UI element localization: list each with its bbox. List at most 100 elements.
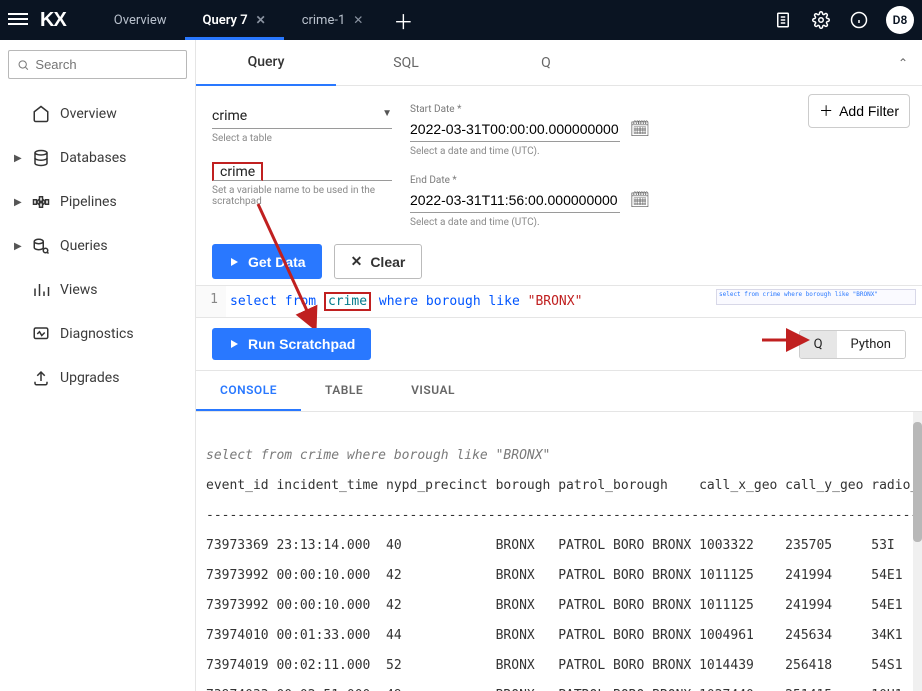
close-icon: ✕ bbox=[351, 253, 363, 270]
sidebar-item-queries[interactable]: ▶ Queries bbox=[8, 225, 187, 267]
chevron-right-icon[interactable]: ▶ bbox=[14, 153, 22, 164]
scratchpad-bar: Run Scratchpad Q Python bbox=[196, 318, 922, 371]
calendar-icon[interactable]: 🗓 bbox=[630, 119, 650, 138]
sidebar-item-diagnostics[interactable]: Diagnostics bbox=[8, 313, 187, 355]
chevron-right-icon[interactable]: ▶ bbox=[14, 197, 22, 208]
console-query: select from crime where borough like "BR… bbox=[206, 448, 912, 463]
start-date-input[interactable] bbox=[410, 117, 620, 142]
table-helper: Select a table bbox=[212, 133, 392, 144]
tab-visual[interactable]: VISUAL bbox=[387, 371, 479, 411]
chevron-right-icon[interactable]: ▶ bbox=[14, 241, 22, 252]
variable-field[interactable]: crime Set a variable name to be used in … bbox=[212, 162, 392, 207]
tab-query[interactable]: Query bbox=[196, 40, 336, 86]
scrollbar-thumb[interactable] bbox=[913, 422, 922, 542]
chevron-down-icon: ▼ bbox=[382, 108, 392, 119]
logo: KX bbox=[40, 9, 66, 32]
clear-button[interactable]: ✕ Clear bbox=[334, 244, 423, 279]
tab-table[interactable]: TABLE bbox=[301, 371, 387, 411]
console-output[interactable]: select from crime where borough like "BR… bbox=[196, 412, 922, 691]
line-number: 1 bbox=[196, 286, 226, 317]
tab-sql[interactable]: SQL bbox=[336, 41, 476, 85]
scrollbar[interactable] bbox=[913, 412, 922, 691]
end-date-label: End Date * bbox=[410, 175, 650, 186]
date-helper: Select a date and time (UTC). bbox=[410, 146, 650, 157]
sidebar-item-upgrades[interactable]: Upgrades bbox=[8, 357, 187, 399]
diagnostics-icon bbox=[32, 325, 50, 343]
upload-icon bbox=[32, 369, 50, 387]
sidebar-item-label: Overview bbox=[60, 106, 117, 122]
query-type-tabs: Query SQL Q ⌃ bbox=[196, 40, 922, 86]
search-icon bbox=[17, 58, 29, 72]
run-scratchpad-label: Run Scratchpad bbox=[248, 336, 355, 352]
search-input[interactable] bbox=[8, 50, 187, 79]
close-icon[interactable]: ✕ bbox=[353, 13, 363, 27]
variable-helper: Set a variable name to be used in the sc… bbox=[212, 185, 392, 207]
start-date-label: Start Date * bbox=[410, 104, 650, 115]
tab-label: Query 7 bbox=[203, 13, 248, 28]
code-line[interactable]: select from crime where borough like "BR… bbox=[226, 286, 586, 317]
console-row: 73974019 00:02:11.000 52 BRONX PATROL BO… bbox=[206, 658, 912, 673]
add-filter-button[interactable]: ＋ Add Filter bbox=[808, 94, 910, 128]
variable-value: crime bbox=[220, 160, 255, 184]
calendar-icon[interactable]: 🗓 bbox=[630, 190, 650, 209]
output-tabs: CONSOLE TABLE VISUAL bbox=[196, 371, 922, 412]
console-divider: ----------------------------------------… bbox=[206, 508, 912, 523]
sidebar-item-label: Pipelines bbox=[60, 194, 117, 210]
tab-label: Overview bbox=[114, 13, 167, 28]
lang-q[interactable]: Q bbox=[800, 331, 837, 358]
lang-python[interactable]: Python bbox=[837, 331, 905, 358]
sidebar: Overview ▶ Databases ▶ Pipelines ▶ Queri… bbox=[0, 40, 196, 691]
collapse-icon[interactable]: ⌃ bbox=[898, 56, 908, 70]
play-icon bbox=[228, 338, 240, 350]
get-data-label: Get Data bbox=[248, 254, 306, 270]
tab-query7[interactable]: Query 7 ✕ bbox=[185, 0, 284, 40]
plus-icon: ＋ bbox=[819, 101, 833, 121]
run-scratchpad-button[interactable]: Run Scratchpad bbox=[212, 328, 371, 360]
sidebar-item-label: Upgrades bbox=[60, 370, 119, 386]
clear-label: Clear bbox=[370, 254, 405, 270]
minimap[interactable]: select from crime where borough like "BR… bbox=[716, 289, 916, 305]
builder: ＋ Add Filter crime ▼ Select a table crim… bbox=[196, 86, 922, 238]
sidebar-item-label: Queries bbox=[60, 238, 108, 254]
play-icon bbox=[228, 256, 240, 268]
pipeline-icon bbox=[32, 193, 50, 211]
home-icon bbox=[32, 105, 50, 123]
sidebar-item-views[interactable]: Views bbox=[8, 269, 187, 311]
tab-strip: Overview Query 7 ✕ crime-1 ✕ ＋ bbox=[96, 0, 426, 40]
tab-console[interactable]: CONSOLE bbox=[196, 371, 301, 411]
doc-icon[interactable] bbox=[772, 9, 794, 31]
sidebar-item-label: Views bbox=[60, 282, 98, 298]
close-icon[interactable]: ✕ bbox=[256, 13, 266, 27]
button-row: Get Data ✕ Clear bbox=[196, 238, 922, 285]
table-select[interactable]: crime ▼ Select a table bbox=[212, 104, 392, 144]
get-data-button[interactable]: Get Data bbox=[212, 244, 322, 279]
chart-icon bbox=[32, 281, 50, 299]
sidebar-item-overview[interactable]: Overview bbox=[8, 93, 187, 135]
language-toggle: Q Python bbox=[799, 330, 906, 359]
tab-q[interactable]: Q bbox=[476, 41, 616, 85]
avatar[interactable]: D8 bbox=[886, 6, 914, 34]
search-field[interactable] bbox=[35, 57, 178, 72]
query-icon bbox=[32, 237, 50, 255]
console-row: 73974010 00:01:33.000 44 BRONX PATROL BO… bbox=[206, 628, 912, 643]
tab-overview[interactable]: Overview bbox=[96, 0, 185, 40]
topbar: KX Overview Query 7 ✕ crime-1 ✕ ＋ D8 bbox=[0, 0, 922, 40]
code-editor[interactable]: 1 select from crime where borough like "… bbox=[196, 285, 922, 318]
add-tab-button[interactable]: ＋ bbox=[381, 0, 425, 40]
sidebar-item-databases[interactable]: ▶ Databases bbox=[8, 137, 187, 179]
console-header: event_id incident_time nypd_precinct bor… bbox=[206, 478, 912, 493]
sidebar-item-pipelines[interactable]: ▶ Pipelines bbox=[8, 181, 187, 223]
date-helper: Select a date and time (UTC). bbox=[410, 217, 650, 228]
database-icon bbox=[32, 149, 50, 167]
menu-icon[interactable] bbox=[8, 13, 28, 27]
end-date-input[interactable] bbox=[410, 188, 620, 213]
tab-crime1[interactable]: crime-1 ✕ bbox=[284, 0, 382, 40]
topbar-right: D8 bbox=[772, 6, 914, 34]
sidebar-item-label: Diagnostics bbox=[60, 326, 134, 342]
console-row: 73973992 00:00:10.000 42 BRONX PATROL BO… bbox=[206, 568, 912, 583]
console-row: 73973369 23:13:14.000 40 BRONX PATROL BO… bbox=[206, 538, 912, 553]
console-row: 73973992 00:00:10.000 42 BRONX PATROL BO… bbox=[206, 598, 912, 613]
info-icon[interactable] bbox=[848, 9, 870, 31]
main: Query SQL Q ⌃ ＋ Add Filter crime ▼ Selec… bbox=[196, 40, 922, 691]
gear-icon[interactable] bbox=[810, 9, 832, 31]
